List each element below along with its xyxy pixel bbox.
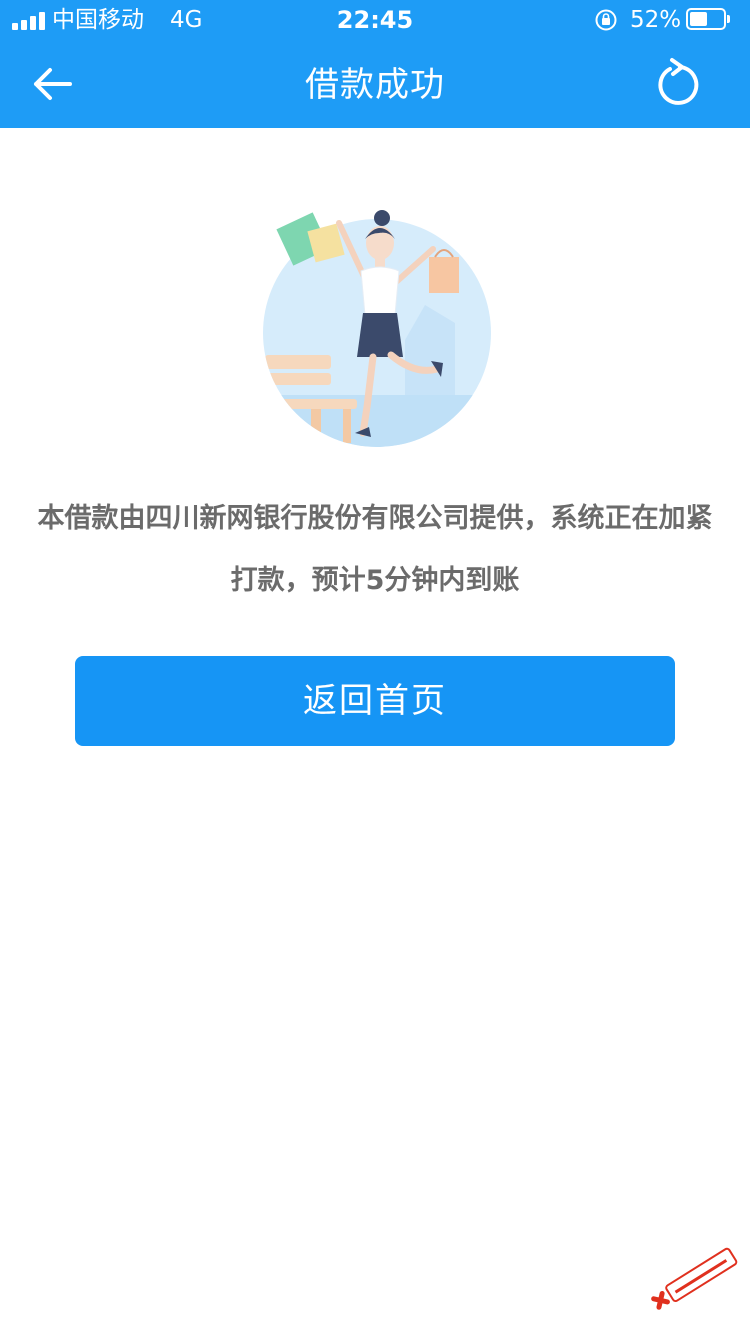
battery-percentage: 52%	[630, 7, 682, 33]
battery-level-fill	[690, 12, 707, 26]
bench-icon	[265, 355, 331, 369]
success-illustration	[263, 210, 491, 447]
header-bar: 中国移动 4G 22:45 52% 借款成功	[0, 0, 750, 128]
woman-skirt	[357, 313, 403, 357]
woman-hair-bun	[374, 210, 390, 226]
refresh-icon	[658, 58, 699, 105]
refresh-button[interactable]	[648, 56, 704, 112]
watermark-logo	[651, 1247, 738, 1310]
loan-status-message: 本借款由四川新网银行股份有限公司提供，系统正在加紧打款，预计5分钟内到账	[37, 503, 713, 596]
woman-shirt	[360, 266, 400, 316]
shopping-bag-orange-icon	[429, 257, 459, 293]
return-home-button[interactable]: 返回首页	[75, 656, 675, 746]
battery-icon	[686, 8, 726, 30]
status-bar: 中国移动 4G 22:45 52%	[0, 0, 750, 40]
battery-tip	[727, 15, 730, 23]
rotation-lock-icon	[595, 9, 617, 31]
page-title: 借款成功	[305, 65, 445, 105]
